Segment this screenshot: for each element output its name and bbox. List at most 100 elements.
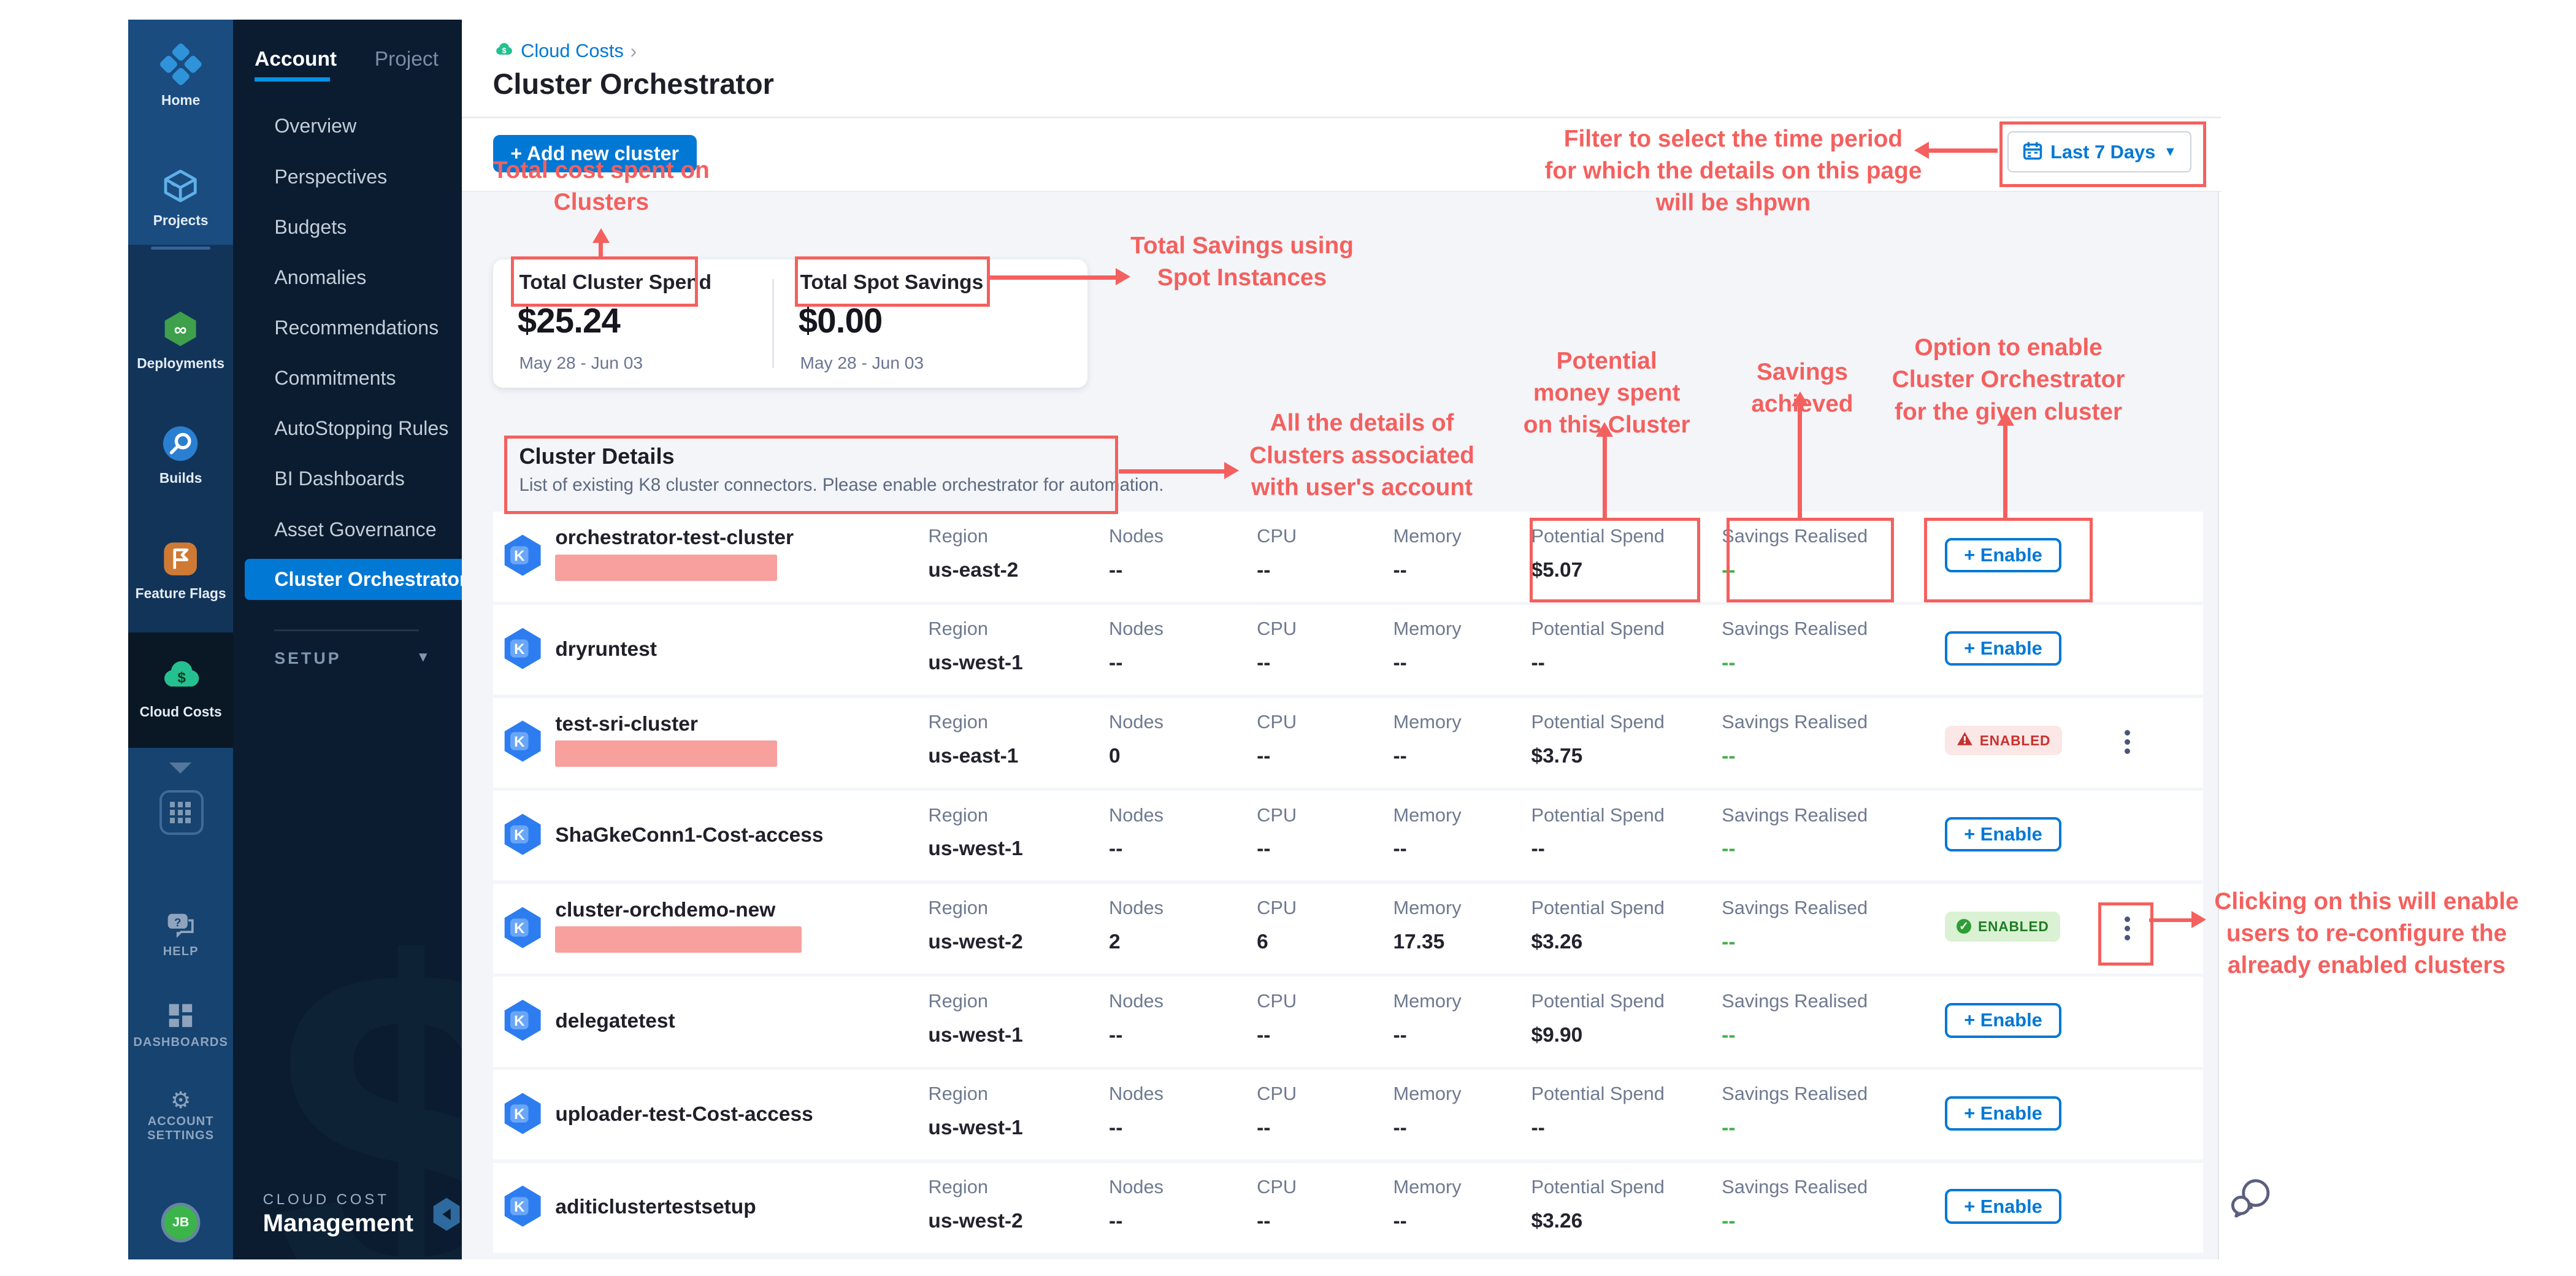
cluster-name: cluster-orchdemo-new	[555, 899, 775, 922]
sidebar-item-anomalies[interactable]: Anomalies	[274, 266, 366, 289]
sidebar-item-commitments[interactable]: Commitments	[274, 367, 396, 390]
cpu-value: --	[1257, 651, 1297, 675]
kubernetes-cluster-icon: K	[503, 998, 542, 1049]
savings-value: --	[1722, 837, 1868, 861]
enable-cluster-button[interactable]: + Enable	[1945, 631, 2061, 666]
savings-value: --	[1722, 651, 1868, 675]
nodes-cell: Nodes--	[1109, 1176, 1163, 1233]
sidebar-item-account-settings[interactable]: ⚙ ACCOUNT SETTINGS	[128, 1085, 233, 1143]
badge-label: ENABLED	[1980, 732, 2051, 749]
sidebar-item-cluster-orchestrator[interactable]: Cluster Orchestrator	[245, 559, 462, 600]
savings-label: Savings Realised	[1722, 711, 1868, 733]
region-cell: Regionus-east-2	[928, 525, 1018, 582]
nodes-cell: Nodes--	[1109, 804, 1163, 861]
spend-cell: Potential Spend $9.90	[1531, 990, 1664, 1047]
savings-cell: Savings Realised--	[1722, 1083, 1868, 1140]
chevron-down-icon[interactable]	[169, 763, 191, 774]
setup-chevron-icon[interactable]: ▾	[419, 647, 427, 666]
nodes-label: Nodes	[1109, 897, 1163, 919]
memory-cell: Memory --	[1393, 990, 1461, 1047]
spend-value: $9.90	[1531, 1024, 1664, 1047]
breadcrumb-link[interactable]: Cloud Costs	[521, 40, 624, 62]
collapse-sidebar-button[interactable]	[432, 1196, 461, 1239]
cluster-row: Kuploader-test-Cost-accessRegionus-west-…	[493, 1070, 2203, 1159]
kebab-menu-icon[interactable]	[2116, 721, 2139, 764]
module-grid-button[interactable]	[159, 790, 204, 834]
enable-cluster-button[interactable]: + Enable	[1945, 1096, 2061, 1131]
setup-section-label[interactable]: SETUP	[274, 649, 341, 668]
sidebar-item-projects[interactable]: Projects	[128, 166, 233, 229]
memory-label: Memory	[1393, 990, 1461, 1012]
kubernetes-cluster-icon: K	[503, 1091, 542, 1142]
region-cell: Regionus-west-1	[928, 804, 1022, 861]
cpu-value: --	[1257, 745, 1297, 768]
nodes-cell: Nodes--	[1109, 990, 1163, 1047]
memory-cell: Memory--	[1393, 1176, 1461, 1233]
spend-cell: Potential Spend--	[1531, 618, 1664, 675]
annotation-enable-option: Option to enableCluster Orchestratorfor …	[1873, 332, 2144, 428]
region-value: us-west-1	[928, 837, 1022, 861]
spend-label: Potential Spend	[1531, 618, 1664, 640]
spend-value: $3.26	[1531, 1210, 1664, 1233]
cpu-label: CPU	[1257, 711, 1297, 733]
tab-active-underline	[255, 77, 330, 82]
sidebar-item-budgets[interactable]: Budgets	[274, 216, 347, 239]
sidebar-item-deployments[interactable]: ∞ Deployments	[128, 309, 233, 372]
sidebar-item-home[interactable]: Home	[128, 43, 233, 109]
region-cell: Regionus-east-1	[928, 711, 1018, 768]
page-title: Cluster Orchestrator	[493, 67, 774, 101]
annotation-box-kebab-menu	[2098, 902, 2153, 966]
cpu-cell: CPU--	[1257, 618, 1297, 675]
enabled-warning-badge: ENABLED	[1945, 726, 2062, 755]
chat-support-icon[interactable]	[2229, 1177, 2272, 1226]
nodes-cell: Nodes2	[1109, 897, 1163, 954]
sidebar-item-feature-flags[interactable]: Feature Flags	[128, 539, 233, 602]
spend-cell: Potential Spend$3.26	[1531, 897, 1664, 954]
memory-label: Memory	[1393, 1176, 1461, 1198]
cluster-row: KShaGkeConn1-Cost-accessRegionus-west-1N…	[493, 791, 2203, 880]
sidebar-item-dashboards[interactable]: DASHBOARDS	[128, 1002, 233, 1050]
cluster-name: orchestrator-test-cluster	[555, 526, 794, 550]
savings-cell: Savings Realised--	[1722, 618, 1868, 675]
spend-label: Potential Spend	[1531, 990, 1664, 1012]
module-title: Management	[263, 1209, 413, 1237]
sidebar-item-perspectives[interactable]: Perspectives	[274, 166, 387, 188]
sidebar-item-overview[interactable]: Overview	[274, 115, 356, 137]
enable-cluster-button[interactable]: + Enable	[1945, 1189, 2061, 1223]
region-cell: Regionus-west-1	[928, 618, 1022, 675]
module-eyebrow: CLOUD COST	[263, 1191, 389, 1209]
sidebar-item-asset-governance[interactable]: Asset Governance	[274, 518, 436, 541]
harness-logo-icon	[159, 62, 202, 91]
enable-cluster-button[interactable]: + Enable	[1945, 817, 2061, 851]
memory-value: --	[1393, 1024, 1461, 1047]
header-divider	[462, 117, 2221, 118]
savings-cell: Savings Realised --	[1722, 897, 1868, 954]
svg-text:K: K	[514, 1106, 525, 1123]
cluster-row: Kcluster-orchdemo-newRegionus-west-2Node…	[493, 884, 2203, 974]
region-label: Region	[928, 897, 1022, 919]
grid-icon	[169, 801, 195, 824]
sidebar-item-recommendations[interactable]: Recommendations	[274, 317, 439, 339]
tab-project[interactable]: Project	[375, 48, 439, 71]
annotation-box-total-spot-savings	[795, 256, 990, 307]
savings-cell: Savings Realised--	[1722, 990, 1868, 1047]
cpu-value: --	[1257, 837, 1297, 861]
cluster-name: uploader-test-Cost-access	[555, 1103, 813, 1126]
sidebar-item-cloud-costs[interactable]: $ Cloud Costs	[128, 657, 233, 720]
savings-label: Savings Realised	[1722, 897, 1868, 919]
sidebar-item-autostopping-rules[interactable]: AutoStopping Rules	[274, 417, 448, 440]
region-label: Region	[928, 618, 1022, 640]
cluster-row: KdryruntestRegionus-west-1Nodes--CPU--Me…	[493, 605, 2203, 694]
user-avatar[interactable]: JB	[164, 1206, 197, 1239]
memory-cell: Memory--	[1393, 525, 1461, 582]
memory-label: Memory	[1393, 525, 1461, 547]
sidebar-item-bi-dashboards[interactable]: BI Dashboards	[274, 467, 405, 490]
sidebar-item-help[interactable]: ? HELP	[128, 912, 233, 959]
enable-cluster-button[interactable]: + Enable	[1945, 1003, 2061, 1037]
annotation-spot-savings: Total Savings usingSpot Instances	[1101, 230, 1384, 294]
sidebar-item-builds[interactable]: Builds	[128, 424, 233, 486]
savings-value: --	[1722, 931, 1868, 954]
tab-account[interactable]: Account	[255, 48, 337, 71]
spend-label: Potential Spend	[1531, 711, 1664, 733]
annotation-total-cost: Total cost spent onClusters	[421, 155, 782, 218]
